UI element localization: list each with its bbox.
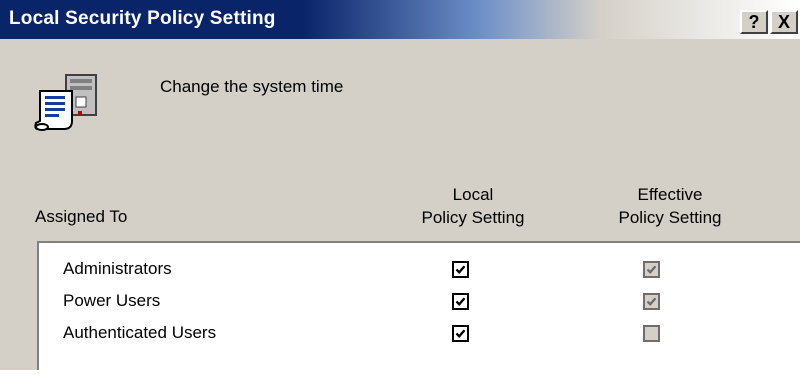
list-item-name: Authenticated Users bbox=[63, 323, 217, 342]
checkmark-icon bbox=[646, 297, 657, 307]
policy-name: Change the system time bbox=[160, 77, 344, 96]
column-header-effective: Effective Policy Setting bbox=[590, 183, 750, 229]
list-item[interactable]: Administrators bbox=[39, 253, 800, 285]
security-policy-icon bbox=[34, 74, 97, 131]
list-item-name: Administrators bbox=[63, 259, 172, 278]
list-item-name: Power Users bbox=[63, 291, 161, 310]
checkmark-icon bbox=[455, 329, 466, 339]
column-header-assigned-to: Assigned To bbox=[35, 207, 127, 227]
list-item[interactable]: Authenticated Users bbox=[39, 317, 800, 349]
column-header-local-line1: Local bbox=[452, 185, 494, 204]
column-header-local: Local Policy Setting bbox=[398, 183, 548, 229]
column-header-local-line2: Policy Setting bbox=[421, 208, 525, 227]
local-policy-checkbox[interactable] bbox=[452, 293, 469, 310]
effective-policy-checkbox bbox=[643, 293, 660, 310]
effective-policy-checkbox bbox=[643, 325, 660, 342]
assigned-to-list[interactable]: Administrators Power Users Authenticated… bbox=[37, 241, 800, 370]
close-icon: X bbox=[777, 12, 790, 32]
effective-policy-checkbox bbox=[643, 261, 660, 278]
column-header-effective-line1: Effective bbox=[637, 185, 703, 204]
local-policy-checkbox[interactable] bbox=[452, 325, 469, 342]
checkmark-icon bbox=[646, 265, 657, 275]
column-header-effective-line2: Policy Setting bbox=[618, 208, 722, 227]
help-button[interactable]: ? bbox=[740, 10, 768, 34]
help-icon: ? bbox=[748, 12, 760, 32]
checkmark-icon bbox=[455, 265, 466, 275]
window-title: Local Security Policy Setting bbox=[9, 8, 276, 29]
assigned-to-label: Assigned To bbox=[35, 207, 128, 226]
close-button[interactable]: X bbox=[770, 10, 798, 34]
local-policy-checkbox[interactable] bbox=[452, 261, 469, 278]
checkmark-icon bbox=[455, 297, 466, 307]
policy-setting-dialog: Local Security Policy Setting ? X Change… bbox=[0, 0, 800, 370]
title-bar[interactable]: Local Security Policy Setting ? X bbox=[0, 0, 800, 39]
list-item[interactable]: Power Users bbox=[39, 285, 800, 317]
